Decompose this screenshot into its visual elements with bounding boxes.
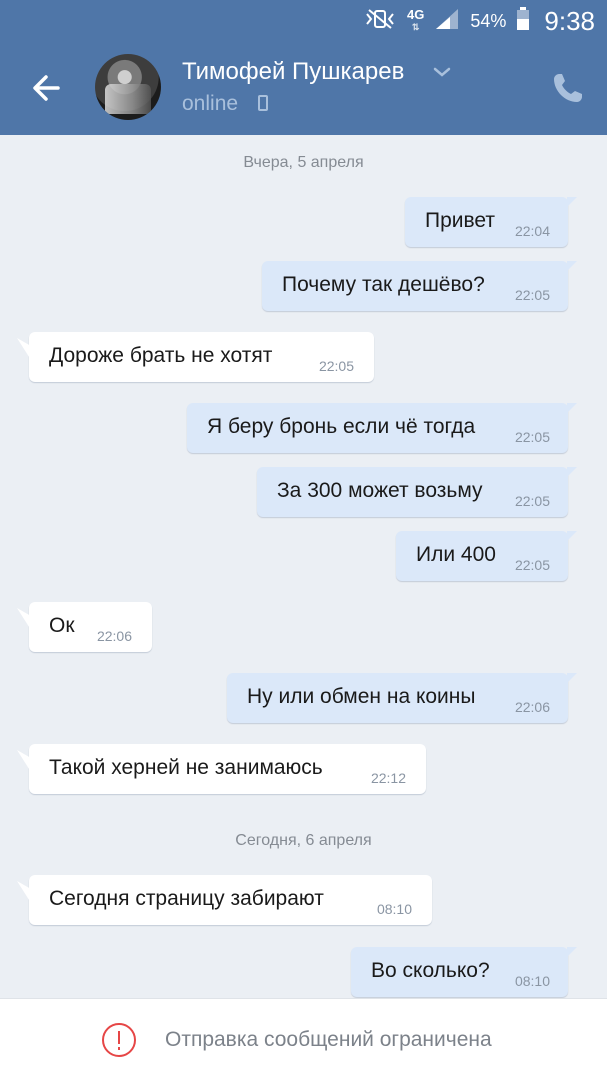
clock: 9:38 [544,5,595,36]
message-text: Дороже брать не хотят [49,344,273,367]
message-incoming[interactable]: Такой херней не занимаюсь 22:12 [29,744,426,794]
message-text: Во сколько? [371,959,490,982]
battery-percent: 54% [470,10,507,31]
message-time: 22:05 [318,358,354,374]
message-outgoing[interactable]: За 300 может возьму 22:05 [257,467,577,517]
avatar[interactable] [95,54,161,120]
date-separator: Вчера, 5 апреля [243,154,364,171]
phone-icon [554,74,582,102]
message-time: 08:10 [514,973,550,989]
message-time: 22:06 [96,628,132,644]
chevron-down-icon[interactable] [432,66,452,78]
back-button[interactable] [28,70,68,106]
message-time: 22:06 [514,699,550,715]
message-time: 22:05 [514,557,550,573]
message-text: Привет [425,209,496,232]
status-icons: 4G ⇅ 54% 9:38 [363,6,595,36]
message-incoming[interactable]: Дороже брать не хотят 22:05 [29,332,374,382]
message-time: 22:05 [514,429,550,445]
mute-vibrate-icon [363,8,397,34]
message-time: 22:12 [370,770,406,786]
message-text: Или 400 [416,543,496,566]
back-arrow-icon [33,75,60,101]
message-outgoing[interactable]: Во сколько? 08:10 [351,947,577,997]
message-text: Я беру бронь если чё тогда [207,415,476,438]
battery-icon [516,7,530,35]
call-button[interactable] [550,70,586,106]
message-incoming[interactable]: Ок 22:06 [29,602,152,652]
message-time: 22:05 [514,287,550,303]
contact-name[interactable]: Тимофей Пушкарев [182,58,404,86]
date-separator: Сегодня, 6 апреля [235,832,372,849]
mobile-icon [258,95,268,111]
message-time: 08:10 [376,901,412,917]
message-text: Такой херней не занимаюсь [49,756,323,779]
message-text: За 300 может возьму [277,479,483,502]
contact-status: online [182,92,239,115]
message-text: Ок [49,614,75,637]
message-time: 22:05 [514,493,550,509]
chat-header: Тимофей Пушкарев online [0,40,607,135]
messaging-restricted-bar: Отправка сообщений ограничена [0,998,607,1081]
message-outgoing[interactable]: Или 400 22:05 [396,531,577,581]
message-incoming[interactable]: Сегодня страницу забирают 08:10 [29,875,432,925]
message-outgoing[interactable]: Ну или обмен на коины 22:06 [227,673,577,723]
message-outgoing[interactable]: Я беру бронь если чё тогда 22:05 [187,403,577,453]
message-time: 22:04 [514,223,550,239]
warning-icon [102,1023,136,1057]
message-list[interactable]: Вчера, 5 апреля Привет 22:04 Почему так … [0,135,607,998]
message-outgoing[interactable]: Привет 22:04 [405,197,577,247]
status-bar: 4G ⇅ 54% 9:38 [0,0,607,40]
network-indicator: 4G ⇅ [407,7,425,32]
message-text: Почему так дешёво? [282,273,485,296]
message-outgoing[interactable]: Почему так дешёво? 22:05 [262,261,577,311]
message-text: Сегодня страницу забирают [49,887,324,910]
restriction-notice: Отправка сообщений ограничена [165,1028,492,1051]
message-text: Ну или обмен на коины [247,685,476,708]
signal-icon [434,7,460,35]
